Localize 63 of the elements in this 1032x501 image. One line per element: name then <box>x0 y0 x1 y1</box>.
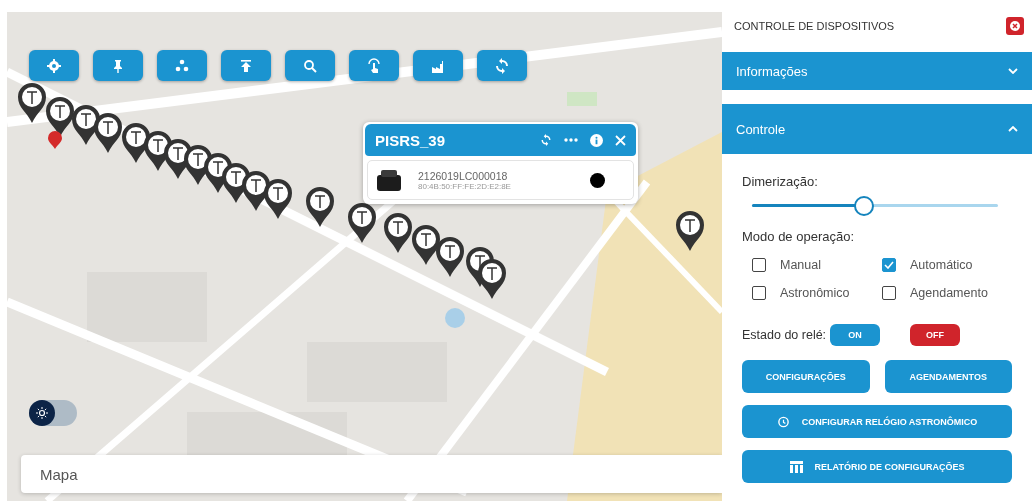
dots-button[interactable] <box>157 50 207 81</box>
checkbox[interactable] <box>752 286 766 300</box>
close-icon[interactable] <box>615 134 626 146</box>
clock-icon <box>776 415 790 428</box>
checkbox[interactable] <box>882 286 896 300</box>
checkbox[interactable] <box>752 258 766 272</box>
action-button[interactable]: CONFIGURAR RELÓGIO ASTRONÔMICO <box>742 405 1012 438</box>
chevron-icon <box>1008 68 1018 74</box>
relay-on-button[interactable]: ON <box>830 324 881 346</box>
map-pin-icon[interactable] <box>675 210 705 252</box>
checkbox-label: Astronômico <box>780 286 850 300</box>
close-button[interactable] <box>1006 17 1024 35</box>
map-pin-icon[interactable] <box>435 236 465 278</box>
refresh-button[interactable] <box>477 50 527 81</box>
device-serial: 2126019LC000018 <box>418 169 509 182</box>
map-pin-icon[interactable] <box>383 212 413 254</box>
lamp-controller-icon <box>376 167 402 193</box>
mode-label: Modo de operação: <box>742 229 856 244</box>
chevron-icon <box>1008 126 1018 132</box>
slider-thumb[interactable] <box>853 195 874 216</box>
search-icon <box>302 57 318 74</box>
panel-title: CONTROLE DE DISPOSITIVOS <box>734 20 895 32</box>
theme-toggle[interactable] <box>29 400 77 426</box>
popup-title: PISRS_39 <box>375 131 447 149</box>
sun-icon <box>36 407 48 419</box>
hand-icon <box>366 57 382 74</box>
pin-button[interactable] <box>93 50 143 81</box>
table-icon <box>789 460 803 473</box>
relay-off-button[interactable]: OFF <box>910 324 961 346</box>
map-pin-icon[interactable] <box>477 258 507 300</box>
info-icon[interactable] <box>590 133 603 147</box>
checkbox-label: Automático <box>910 258 973 272</box>
touch-button[interactable] <box>349 50 399 81</box>
refresh-icon[interactable] <box>540 134 552 146</box>
upload-icon <box>238 57 254 74</box>
action-button[interactable]: AGENDAMENTOS <box>884 360 1012 393</box>
map-pin-icon[interactable] <box>17 82 47 124</box>
map-pin-icon[interactable] <box>93 112 123 154</box>
accordion-header[interactable]: Informações <box>722 52 1032 90</box>
bottom-bar-title: Mapa <box>40 465 78 483</box>
action-button[interactable]: RELATÓRIO DE CONFIGURAÇÕES <box>742 450 1012 483</box>
checkbox-label: Manual <box>780 258 821 272</box>
checkbox-label: Agendamento <box>910 286 988 300</box>
device-row[interactable]: 2126019LC000018 80:4B:50:FF:FE:2D:E2:8E <box>367 160 634 200</box>
relay-label: Estado do relé: <box>742 328 827 342</box>
more-icon[interactable] <box>564 138 578 142</box>
dimming-label: Dimerização: <box>742 174 819 189</box>
dots-icon <box>174 57 190 74</box>
accordion-header[interactable]: Controle <box>722 104 1032 154</box>
map-pin-icon[interactable] <box>263 178 293 220</box>
device-mac: 80:4B:50:FF:FE:2D:E2:8E <box>418 181 512 191</box>
gear-icon <box>46 57 62 74</box>
refresh-icon <box>494 57 510 74</box>
upload-button[interactable] <box>221 50 271 81</box>
map-pin-icon[interactable] <box>347 202 377 244</box>
status-dot <box>590 172 605 188</box>
search-button[interactable] <box>285 50 335 81</box>
action-button[interactable]: CONFIGURAÇÕES <box>742 360 870 393</box>
alarm-pin-icon[interactable] <box>47 130 63 150</box>
map-pin-icon[interactable] <box>411 224 441 266</box>
factory-button[interactable] <box>413 50 463 81</box>
map-pin-icon[interactable] <box>305 186 335 228</box>
checkbox[interactable] <box>882 258 896 272</box>
